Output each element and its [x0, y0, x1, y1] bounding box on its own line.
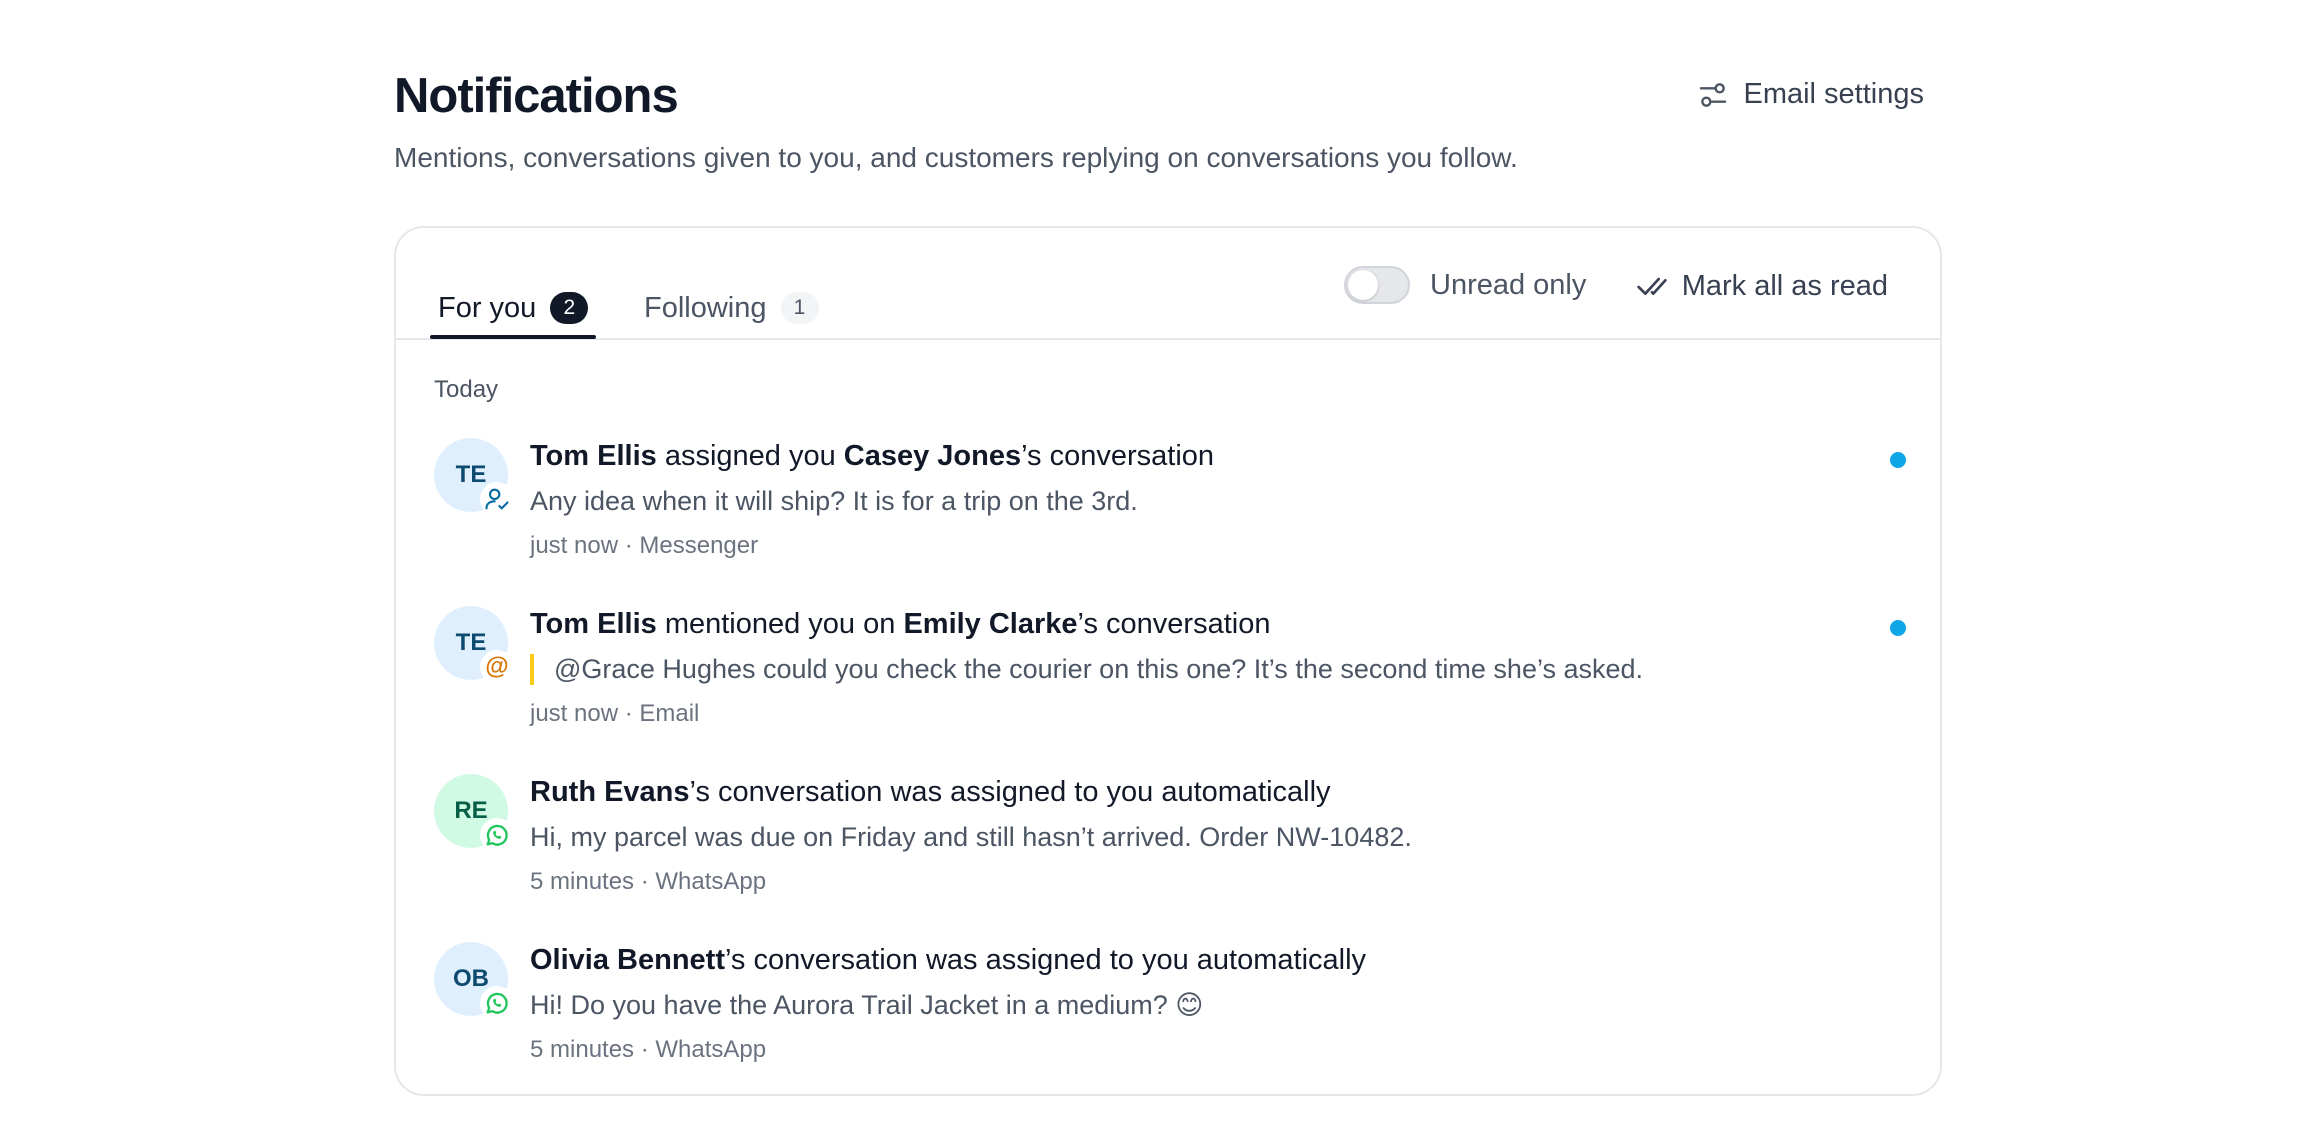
actor-name: Ruth Evans: [530, 776, 690, 808]
notification-title: Olivia Bennett’s conversation was assign…: [530, 944, 1366, 977]
notification-item[interactable]: TE @ Tom Ellis mentioned you on Emily Cl…: [396, 606, 1940, 756]
double-check-icon: [1637, 277, 1667, 295]
whatsapp-icon: [480, 986, 514, 1020]
notification-item[interactable]: TE Tom Ellis assigned you Casey Jones’s …: [396, 438, 1940, 588]
meta-separator: ·: [618, 532, 640, 559]
notification-time: just now: [530, 532, 619, 559]
mark-all-read-label: Mark all as read: [1681, 270, 1888, 302]
notification-time: 5 minutes: [530, 1036, 635, 1063]
notification-verb: assigned you: [656, 440, 844, 472]
notification-meta: just now · Email: [530, 700, 699, 728]
notification-title: Ruth Evans’s conversation was assigned t…: [530, 776, 1331, 809]
notification-suffix: ’s conversation was assigned to you auto…: [689, 776, 1331, 808]
actor-name: Olivia Bennett: [530, 944, 725, 976]
tab-following[interactable]: Following 1: [644, 278, 819, 338]
unread-only-toggle[interactable]: Unread only: [1344, 266, 1586, 304]
notification-suffix: ’s conversation was assigned to you auto…: [725, 944, 1367, 976]
email-settings-button[interactable]: Email settings: [1697, 78, 1924, 111]
notification-channel: WhatsApp: [655, 868, 767, 895]
notification-time: just now: [530, 700, 619, 727]
unread-only-label: Unread only: [1430, 268, 1587, 301]
tab-for-you-label: For you: [438, 291, 537, 324]
toggle-knob: [1348, 270, 1378, 300]
mention-quote: @Grace Hughes could you check the courie…: [530, 654, 1643, 685]
meta-separator: ·: [618, 700, 640, 727]
target-name: Emily Clarke: [903, 608, 1078, 640]
page-title: Notifications: [394, 69, 679, 123]
notification-preview: Hi, my parcel was due on Friday and stil…: [530, 822, 1412, 852]
notification-preview: Hi! Do you have the Aurora Trail Jacket …: [530, 990, 1204, 1020]
notification-channel: WhatsApp: [655, 1036, 767, 1063]
tab-following-count: 1: [780, 292, 819, 324]
notification-channel: Email: [639, 700, 700, 727]
notifications-card: For you 2 Following 1 Unread only Mark a…: [394, 226, 1942, 1096]
notification-item[interactable]: OB Olivia Bennett’s conversation was ass…: [396, 942, 1940, 1092]
notification-suffix: ’s conversation: [1021, 440, 1215, 472]
group-label-today: Today: [434, 376, 499, 403]
target-name: Casey Jones: [843, 440, 1022, 472]
notification-meta: 5 minutes · WhatsApp: [530, 868, 766, 896]
notification-title: Tom Ellis mentioned you on Emily Clarke’…: [530, 608, 1270, 641]
toggle-switch[interactable]: [1344, 266, 1410, 304]
unread-dot: [1890, 452, 1906, 468]
tab-following-label: Following: [644, 291, 767, 324]
mark-all-read-button[interactable]: Mark all as read: [1636, 270, 1888, 303]
tab-for-you-count: 2: [550, 292, 589, 324]
email-settings-label: Email settings: [1743, 78, 1924, 110]
tab-for-you[interactable]: For you 2: [430, 278, 597, 339]
actor-name: Tom Ellis: [530, 440, 657, 472]
notification-preview: Any idea when it will ship? It is for a …: [530, 486, 1138, 516]
meta-separator: ·: [634, 1036, 656, 1063]
notification-item[interactable]: RE Ruth Evans’s conversation was assigne…: [396, 774, 1940, 924]
at-icon: @: [480, 650, 514, 684]
notification-channel: Messenger: [639, 532, 759, 559]
sliders-icon: [1700, 82, 1727, 107]
page-subtitle: Mentions, conversations given to you, an…: [394, 142, 1518, 173]
user-check-icon: [480, 482, 514, 516]
meta-separator: ·: [634, 868, 656, 895]
notification-time: 5 minutes: [530, 868, 635, 895]
page-header: Notifications Mentions, conversations gi…: [394, 0, 1942, 226]
unread-dot: [1890, 620, 1906, 636]
notification-meta: just now · Messenger: [530, 532, 758, 560]
whatsapp-icon: [480, 818, 514, 852]
actor-name: Tom Ellis: [530, 608, 657, 640]
tab-bar: For you 2 Following 1 Unread only Mark a…: [396, 228, 1940, 340]
notifications-page: Notifications Mentions, conversations gi…: [394, 0, 1942, 1096]
notification-suffix: ’s conversation: [1077, 608, 1271, 640]
notification-meta: 5 minutes · WhatsApp: [530, 1036, 766, 1064]
notification-title: Tom Ellis assigned you Casey Jones’s con…: [530, 440, 1214, 473]
notification-verb: mentioned you on: [656, 608, 904, 640]
